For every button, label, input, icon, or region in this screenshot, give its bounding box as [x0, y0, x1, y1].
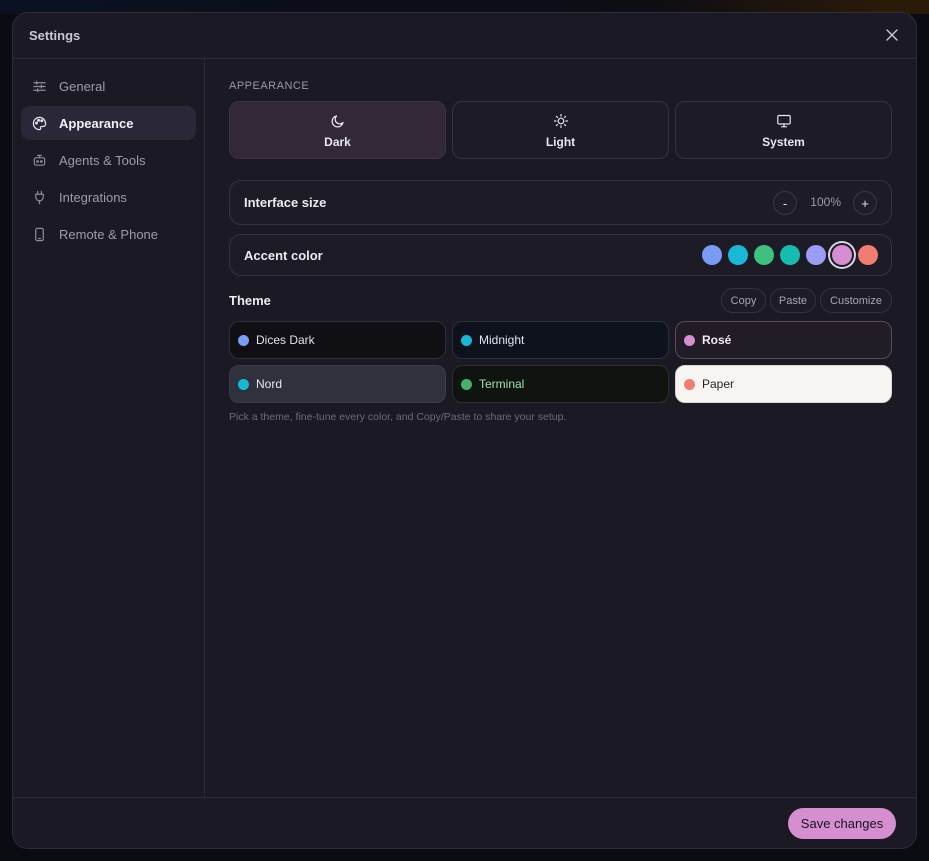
mode-label: System	[762, 135, 805, 149]
theme-option-label: Paper	[702, 377, 735, 391]
sidebar-item-integrations[interactable]: Integrations	[21, 180, 196, 214]
theme-color-dot	[684, 378, 695, 390]
mode-label: Light	[545, 135, 576, 149]
close-button[interactable]	[884, 27, 900, 43]
accent-swatch[interactable]	[754, 245, 774, 265]
accent-color-card: Accent color	[229, 234, 892, 276]
theme-option-label: Nord	[256, 377, 283, 391]
theme-option[interactable]: Terminal	[452, 365, 669, 403]
theme-option-label: Rosé	[702, 333, 732, 347]
theme-option-label: Midnight	[479, 333, 525, 347]
sun-icon	[553, 113, 568, 129]
theme-color-dot	[684, 334, 695, 346]
theme-color-dot	[461, 378, 472, 390]
palette-icon	[31, 115, 47, 131]
mode-label: Dark	[324, 135, 351, 149]
theme-hint: Pick a theme, fine-tune every color, and…	[229, 411, 567, 423]
accent-swatch[interactable]	[858, 245, 878, 265]
theme-option-label: Terminal	[479, 377, 525, 391]
sidebar: General Appearance Agents & Tools Integr…	[13, 59, 205, 797]
theme-color-dot	[238, 334, 249, 346]
sidebar-item-label: Appearance	[59, 115, 134, 131]
moon-icon	[330, 115, 344, 128]
mode-dark-button[interactable]: Dark	[229, 101, 446, 159]
phone-icon	[31, 226, 47, 242]
dialog-title: Settings	[29, 28, 81, 43]
mode-selector: Dark Light System	[229, 101, 893, 159]
copy-theme-button[interactable]: Copy	[721, 288, 766, 313]
settings-dialog: Settings General Appearance Agents & Too…	[12, 12, 917, 849]
sidebar-item-label: General	[59, 78, 106, 94]
appearance-panel: APPEARANCE Dark Light System Interface s…	[229, 59, 893, 797]
dialog-header: Settings	[13, 13, 916, 59]
sidebar-item-label: Agents & Tools	[59, 152, 146, 168]
robot-icon	[31, 152, 47, 168]
interface-size-card: Interface size - 100% +	[229, 180, 892, 225]
interface-size-label: Interface size	[244, 195, 327, 210]
theme-heading: Theme	[229, 293, 271, 308]
accent-swatch[interactable]	[832, 245, 852, 265]
customize-theme-button[interactable]: Customize	[820, 288, 892, 313]
accent-swatch[interactable]	[702, 245, 722, 265]
theme-option-label: Dices Dark	[256, 333, 315, 347]
paste-theme-button[interactable]: Paste	[770, 288, 816, 313]
sidebar-item-label: Integrations	[59, 189, 127, 205]
sidebar-item-agents-tools[interactable]: Agents & Tools	[21, 143, 196, 177]
accent-color-label: Accent color	[244, 248, 323, 263]
monitor-icon	[776, 114, 791, 128]
theme-color-dot	[461, 334, 472, 346]
theme-option[interactable]: Nord	[229, 365, 446, 403]
decrease-size-button[interactable]: -	[773, 191, 797, 215]
mode-system-button[interactable]: System	[675, 101, 892, 159]
plug-icon	[31, 189, 47, 205]
sidebar-item-remote-phone[interactable]: Remote & Phone	[21, 217, 196, 251]
accent-swatch[interactable]	[780, 245, 800, 265]
dialog-footer: Save changes	[13, 797, 916, 848]
theme-option[interactable]: Midnight	[452, 321, 669, 359]
increase-size-button[interactable]: +	[853, 191, 877, 215]
sidebar-item-general[interactable]: General	[21, 69, 196, 103]
interface-size-value: 100%	[810, 195, 841, 209]
close-icon	[886, 29, 898, 41]
save-button[interactable]: Save changes	[788, 808, 896, 839]
sidebar-item-label: Remote & Phone	[59, 226, 159, 242]
theme-option[interactable]: Paper	[675, 365, 892, 403]
theme-option[interactable]: Rosé	[675, 321, 892, 359]
sidebar-item-appearance[interactable]: Appearance	[21, 106, 196, 140]
theme-option[interactable]: Dices Dark	[229, 321, 446, 359]
sliders-icon	[31, 78, 47, 94]
theme-color-dot	[238, 378, 249, 390]
accent-swatch[interactable]	[728, 245, 748, 265]
section-label: APPEARANCE	[229, 80, 310, 92]
accent-swatch[interactable]	[806, 245, 826, 265]
mode-light-button[interactable]: Light	[452, 101, 669, 159]
